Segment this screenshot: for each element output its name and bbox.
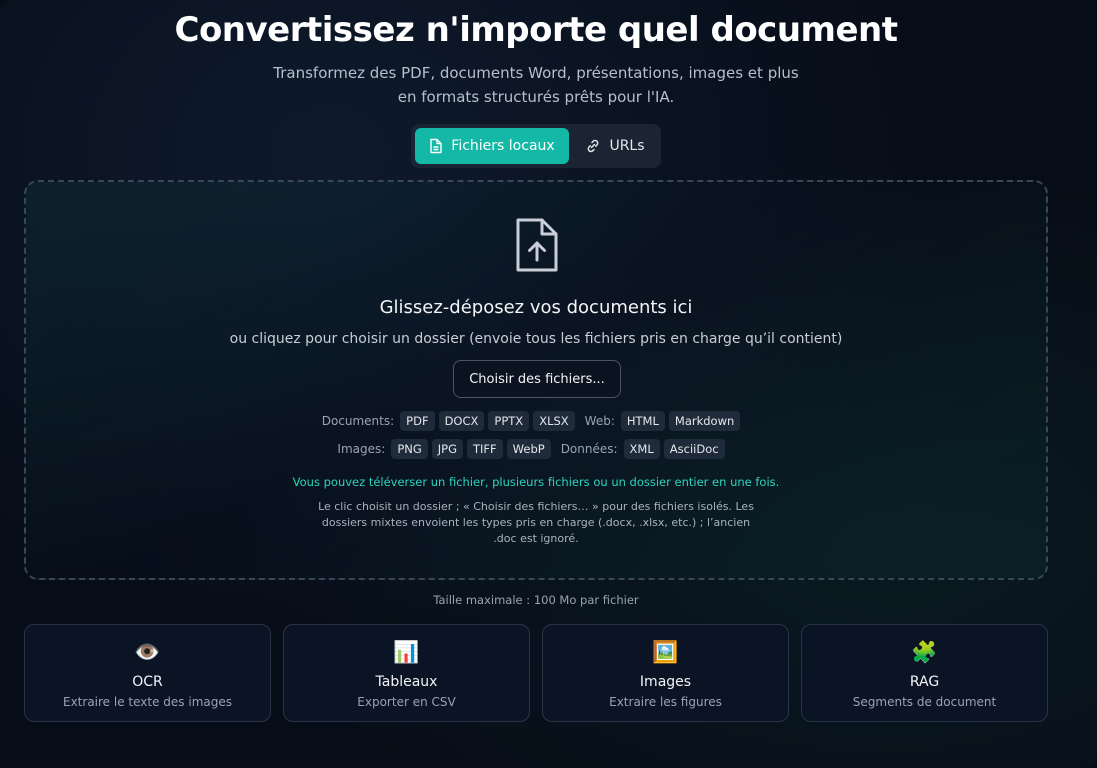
app-frame: Convertissez n'importe quel document Tra… bbox=[0, 0, 1097, 768]
file-upload-icon bbox=[516, 218, 558, 272]
feature-description: Segments de document bbox=[852, 695, 997, 709]
dropzone-subtitle: ou cliquez pour choisir un dossier (envo… bbox=[229, 331, 843, 347]
file-icon bbox=[430, 138, 442, 154]
tab-urls-label: URLs bbox=[609, 138, 645, 154]
feature-title: RAG bbox=[909, 674, 940, 690]
feature-title: Images bbox=[639, 674, 692, 690]
feature-title: OCR bbox=[132, 674, 163, 690]
formats-row-images-data: Images: PNG JPG TIFF WebP Données: XML A… bbox=[26, 439, 1046, 459]
format-badge: TIFF bbox=[467, 439, 503, 459]
format-badge: XLSX bbox=[533, 411, 575, 431]
file-dropzone[interactable]: Glissez-déposez vos documents ici ou cli… bbox=[24, 180, 1048, 580]
page-title: Convertissez n'importe quel document bbox=[174, 10, 898, 50]
formats-web-label: Web: bbox=[584, 414, 615, 428]
format-badge: PPTX bbox=[488, 411, 530, 431]
format-badge: JPG bbox=[431, 439, 464, 459]
upload-note: Le clic choisit un dossier ; « Choisir d… bbox=[318, 500, 754, 545]
page-subtitle: Transformez des PDF, documents Word, pré… bbox=[273, 64, 799, 106]
format-badge: XML bbox=[623, 439, 660, 459]
formats-images: Images: PNG JPG TIFF WebP bbox=[337, 439, 554, 459]
formats-data-label: Données: bbox=[560, 442, 618, 456]
feature-description: Extraire le texte des images bbox=[63, 695, 232, 709]
bar-chart-icon: 📊 bbox=[393, 640, 420, 664]
puzzle-icon: 🧩 bbox=[911, 640, 938, 664]
picture-icon: 🖼️ bbox=[652, 640, 679, 664]
tab-local-files-label: Fichiers locaux bbox=[451, 138, 555, 154]
formats-web: Web: HTML Markdown bbox=[585, 411, 745, 431]
eye-icon: 👁️ bbox=[134, 640, 161, 664]
formats-data: Données: XML AsciiDoc bbox=[561, 439, 729, 459]
feature-description: Extraire les figures bbox=[609, 695, 722, 709]
upload-hint: Vous pouvez téléverser un fichier, plusi… bbox=[292, 475, 780, 489]
format-badge: PDF bbox=[400, 411, 435, 431]
feature-card-tables: 📊 Tableaux Exporter en CSV bbox=[283, 624, 530, 722]
format-badge: AsciiDoc bbox=[663, 439, 725, 459]
formats-row-documents-web: Documents: PDF DOCX PPTX XLSX Web: HTML … bbox=[26, 411, 1046, 431]
tab-local-files[interactable]: Fichiers locaux bbox=[415, 128, 569, 164]
feature-description: Exporter en CSV bbox=[357, 695, 456, 709]
choose-files-button[interactable]: Choisir des fichiers... bbox=[453, 360, 621, 398]
dropzone-title: Glissez-déposez vos documents ici bbox=[379, 297, 693, 318]
formats-images-label: Images: bbox=[337, 442, 386, 456]
format-badge: HTML bbox=[620, 411, 665, 431]
formats-documents: Documents: PDF DOCX PPTX XLSX bbox=[322, 411, 579, 431]
link-icon bbox=[588, 139, 599, 153]
format-badge: DOCX bbox=[438, 411, 485, 431]
feature-card-rag: 🧩 RAG Segments de document bbox=[801, 624, 1048, 722]
source-tabs: Fichiers locaux URLs bbox=[411, 124, 661, 168]
formats-documents-label: Documents: bbox=[321, 414, 395, 428]
feature-card-images: 🖼️ Images Extraire les figures bbox=[542, 624, 789, 722]
feature-card-ocr: 👁️ OCR Extraire le texte des images bbox=[24, 624, 271, 722]
format-badge: Markdown bbox=[668, 411, 741, 431]
tab-urls[interactable]: URLs bbox=[573, 128, 657, 164]
format-badge: PNG bbox=[391, 439, 428, 459]
format-badge: WebP bbox=[506, 439, 551, 459]
max-size-note: Taille maximale : 100 Mo par fichier bbox=[433, 593, 639, 607]
feature-title: Tableaux bbox=[375, 674, 438, 690]
